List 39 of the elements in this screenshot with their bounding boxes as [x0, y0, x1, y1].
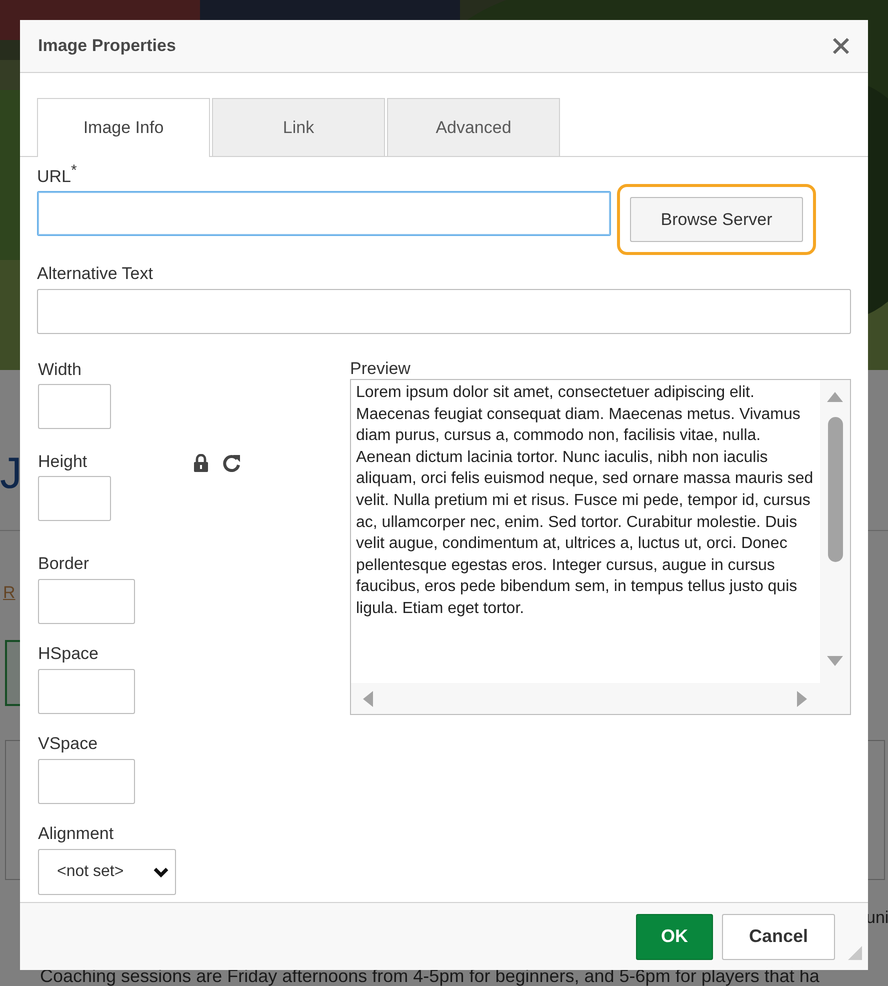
tab[interactable]: Link: [212, 98, 385, 156]
chevron-down-icon: [153, 866, 169, 878]
close-icon[interactable]: [832, 37, 850, 55]
field-label: VSpace: [38, 734, 99, 754]
alternative-text-label: Alternative Text: [37, 264, 154, 284]
number-field[interactable]: [38, 476, 111, 521]
vertical-scrollbar[interactable]: [820, 380, 850, 683]
scrollbar-thumb[interactable]: [828, 417, 843, 562]
browse-server-button[interactable]: Browse Server: [630, 197, 803, 242]
field-label: HSpace: [38, 644, 100, 664]
url-field[interactable]: [37, 191, 611, 236]
scroll-right-icon[interactable]: [797, 691, 807, 707]
cancel-button[interactable]: Cancel: [722, 914, 835, 960]
reset-icon[interactable]: [223, 454, 241, 472]
scroll-down-icon[interactable]: [827, 656, 843, 666]
scroll-left-icon[interactable]: [363, 691, 373, 707]
scroll-up-icon[interactable]: [827, 392, 843, 402]
page-paragraph: Coaching sessions are Friday afternoons from 4-5pm for beginners, and 5-6pm for players that ha: [40, 967, 820, 985]
field-label: Height: [38, 452, 88, 472]
horizontal-scrollbar[interactable]: [351, 683, 850, 714]
tab[interactable]: Advanced: [387, 98, 560, 156]
number-field[interactable]: [38, 669, 135, 714]
ok-button[interactable]: OK: [636, 914, 713, 960]
number-field[interactable]: [38, 384, 111, 429]
resize-grip-icon[interactable]: [848, 946, 862, 960]
dialog-title: Image Properties: [38, 35, 176, 58]
alternative-text-field[interactable]: [37, 289, 851, 334]
alignment-select[interactable]: <not set>: [38, 849, 176, 895]
tab[interactable]: Image Info: [37, 98, 210, 157]
field-label: Border: [38, 554, 90, 574]
url-label: URL$^{*}$: [37, 167, 78, 187]
preview-label: Preview: [350, 359, 412, 379]
number-field[interactable]: [38, 759, 135, 804]
field-label: Alignment: [38, 824, 115, 844]
heading-letter: J: [0, 452, 22, 496]
lock-icon[interactable]: [193, 454, 209, 472]
number-field[interactable]: [38, 579, 135, 624]
field-label: Width: [38, 360, 82, 380]
preview-text: Lorem ipsum dolor sit amet, consectetuer adipiscing elit. Maecenas feugiat consequat diam. Maecenas metus. Vivamus diam purus, cursus a, commodo non, facilisis vitae, nulla. Aenean dictum lacinia tortor. Nunc iaculis, nibh non iaculis aliquam, orci felis euismod neque, sed ornare massa mauris sed velit. Nulla pretium mi et risus. Fusce mi pede, tempor id, cursus ac, ullamcorper nec, enim. Sed tortor. Curabitur molestie. Duis velit augue, condimentum at, ultrices a, luctus ut, orci. Donec pellentesque egestas eros. Integer cursus, augue in cursus faucibus, eros pede bibendum sem, in tempus tellus justo quis ligula. Etiam eget tortor.: [356, 383, 814, 619]
